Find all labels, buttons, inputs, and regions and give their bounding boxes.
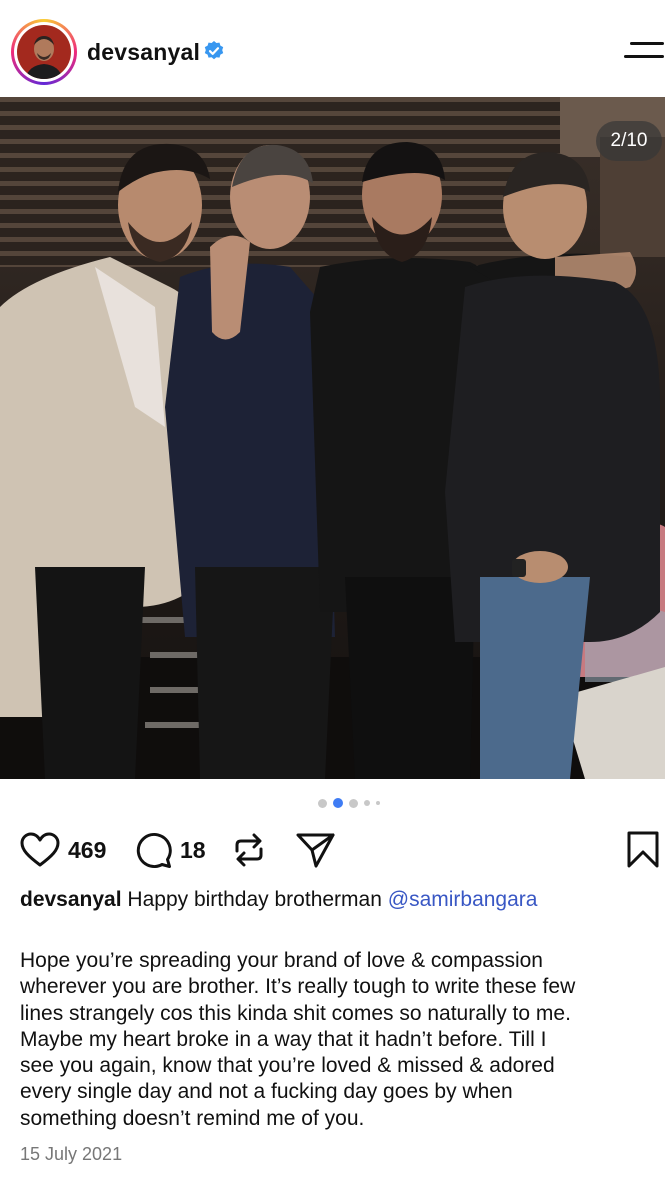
comment-button[interactable]: 18 [134, 828, 206, 872]
caption-body-line: wherever you are brother. It’s really to… [20, 975, 576, 999]
save-button[interactable] [626, 828, 660, 872]
carousel-counter: 2/10 [596, 121, 662, 161]
story-ring[interactable] [11, 19, 77, 85]
caption-body-line: Hope you’re spreading your brand of love… [20, 949, 543, 972]
avatar[interactable] [17, 25, 71, 79]
like-button[interactable]: 469 [20, 828, 106, 872]
heart-icon [20, 832, 60, 867]
comment-bubble-icon [136, 833, 172, 868]
caption-body-line: Maybe my heart broke in a way that it ha… [20, 1027, 547, 1051]
repost-icon [235, 833, 263, 867]
action-bar: 469 18 [0, 828, 665, 872]
caption-body: Hope you’re spreading your brand of love… [20, 948, 660, 1132]
post-photo[interactable] [0, 97, 665, 779]
caption-body-line: lines strangely cos this kinda shit come… [20, 1001, 571, 1025]
caption-text: Happy birthday brotherman [127, 888, 382, 911]
caption-body-line: every single day and not a fucking day g… [20, 1080, 513, 1104]
post-date: 15 July 2021 [20, 1144, 123, 1164]
caption: devsanyal Happy birthday brotherman @sam… [20, 888, 537, 912]
carousel-dot [349, 798, 358, 808]
group-photo [0, 97, 665, 779]
post-header: devsanyal [0, 0, 665, 97]
carousel-dot [376, 801, 380, 805]
caption-username[interactable]: devsanyal [20, 888, 122, 911]
like-count: 469 [68, 836, 107, 863]
share-button[interactable] [296, 828, 336, 872]
hamburger-menu-icon[interactable] [624, 38, 664, 66]
comment-count: 18 [180, 836, 206, 863]
caption-mention-link[interactable]: @samirbangara [388, 888, 538, 911]
carousel-dot [318, 798, 327, 808]
verified-badge-icon [204, 41, 224, 60]
bookmark-icon [627, 831, 659, 868]
caption-body-line: something doesn’t remind me of you. [20, 1106, 365, 1130]
carousel-dots [318, 797, 380, 809]
carousel-dot-active [333, 798, 343, 808]
carousel-dot [364, 800, 370, 806]
repost-button[interactable] [230, 828, 268, 872]
username[interactable]: devsanyal [87, 39, 200, 66]
caption-body-line: see you again, know that you’re loved & … [20, 1054, 555, 1078]
send-paper-plane-icon [296, 833, 335, 868]
